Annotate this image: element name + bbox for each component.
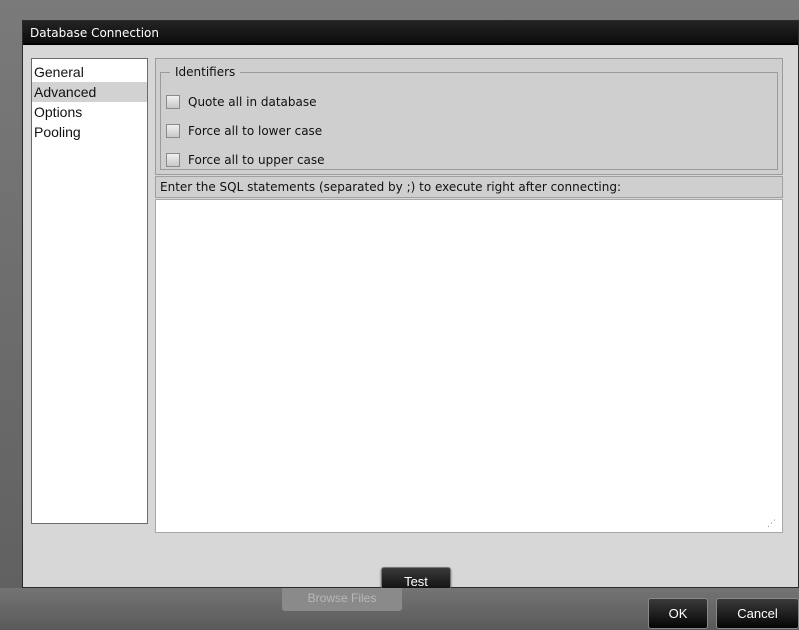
identifiers-group: Identifiers Quote all in database Force … xyxy=(155,58,783,175)
lower-case-checkbox[interactable] xyxy=(166,124,180,138)
dialog-body: General Advanced Options Pooling Identif… xyxy=(23,47,798,597)
nav-item-general[interactable]: General xyxy=(32,62,147,82)
upper-case-option[interactable]: Force all to upper case xyxy=(166,150,325,170)
nav-item-options[interactable]: Options xyxy=(32,102,147,122)
sql-statements-textarea[interactable] xyxy=(155,199,783,533)
sql-statements-label: Enter the SQL statements (separated by ;… xyxy=(155,176,783,198)
resize-grip-icon[interactable]: ⋰ xyxy=(767,520,781,529)
cancel-button[interactable]: Cancel xyxy=(716,598,799,629)
ok-button[interactable]: OK xyxy=(648,598,708,629)
nav-item-advanced[interactable]: Advanced xyxy=(32,82,147,102)
browse-files-button: Browse Files xyxy=(282,588,402,611)
upper-case-checkbox[interactable] xyxy=(166,153,180,167)
category-list[interactable]: General Advanced Options Pooling xyxy=(31,58,148,524)
group-border xyxy=(160,72,778,73)
identifiers-legend: Identifiers xyxy=(170,65,241,79)
quote-all-checkbox[interactable] xyxy=(166,95,180,109)
advanced-panel: Identifiers Quote all in database Force … xyxy=(155,58,785,533)
database-connection-dialog: Database Connection General Advanced Opt… xyxy=(22,20,799,597)
lower-case-option[interactable]: Force all to lower case xyxy=(166,121,322,141)
quote-all-option[interactable]: Quote all in database xyxy=(166,92,317,112)
nav-item-pooling[interactable]: Pooling xyxy=(32,122,147,142)
quote-all-label: Quote all in database xyxy=(188,95,317,109)
upper-case-label: Force all to upper case xyxy=(188,153,325,167)
dialog-title: Database Connection xyxy=(23,21,798,45)
group-border xyxy=(160,72,161,170)
lower-case-label: Force all to lower case xyxy=(188,124,323,138)
group-border xyxy=(777,72,778,170)
